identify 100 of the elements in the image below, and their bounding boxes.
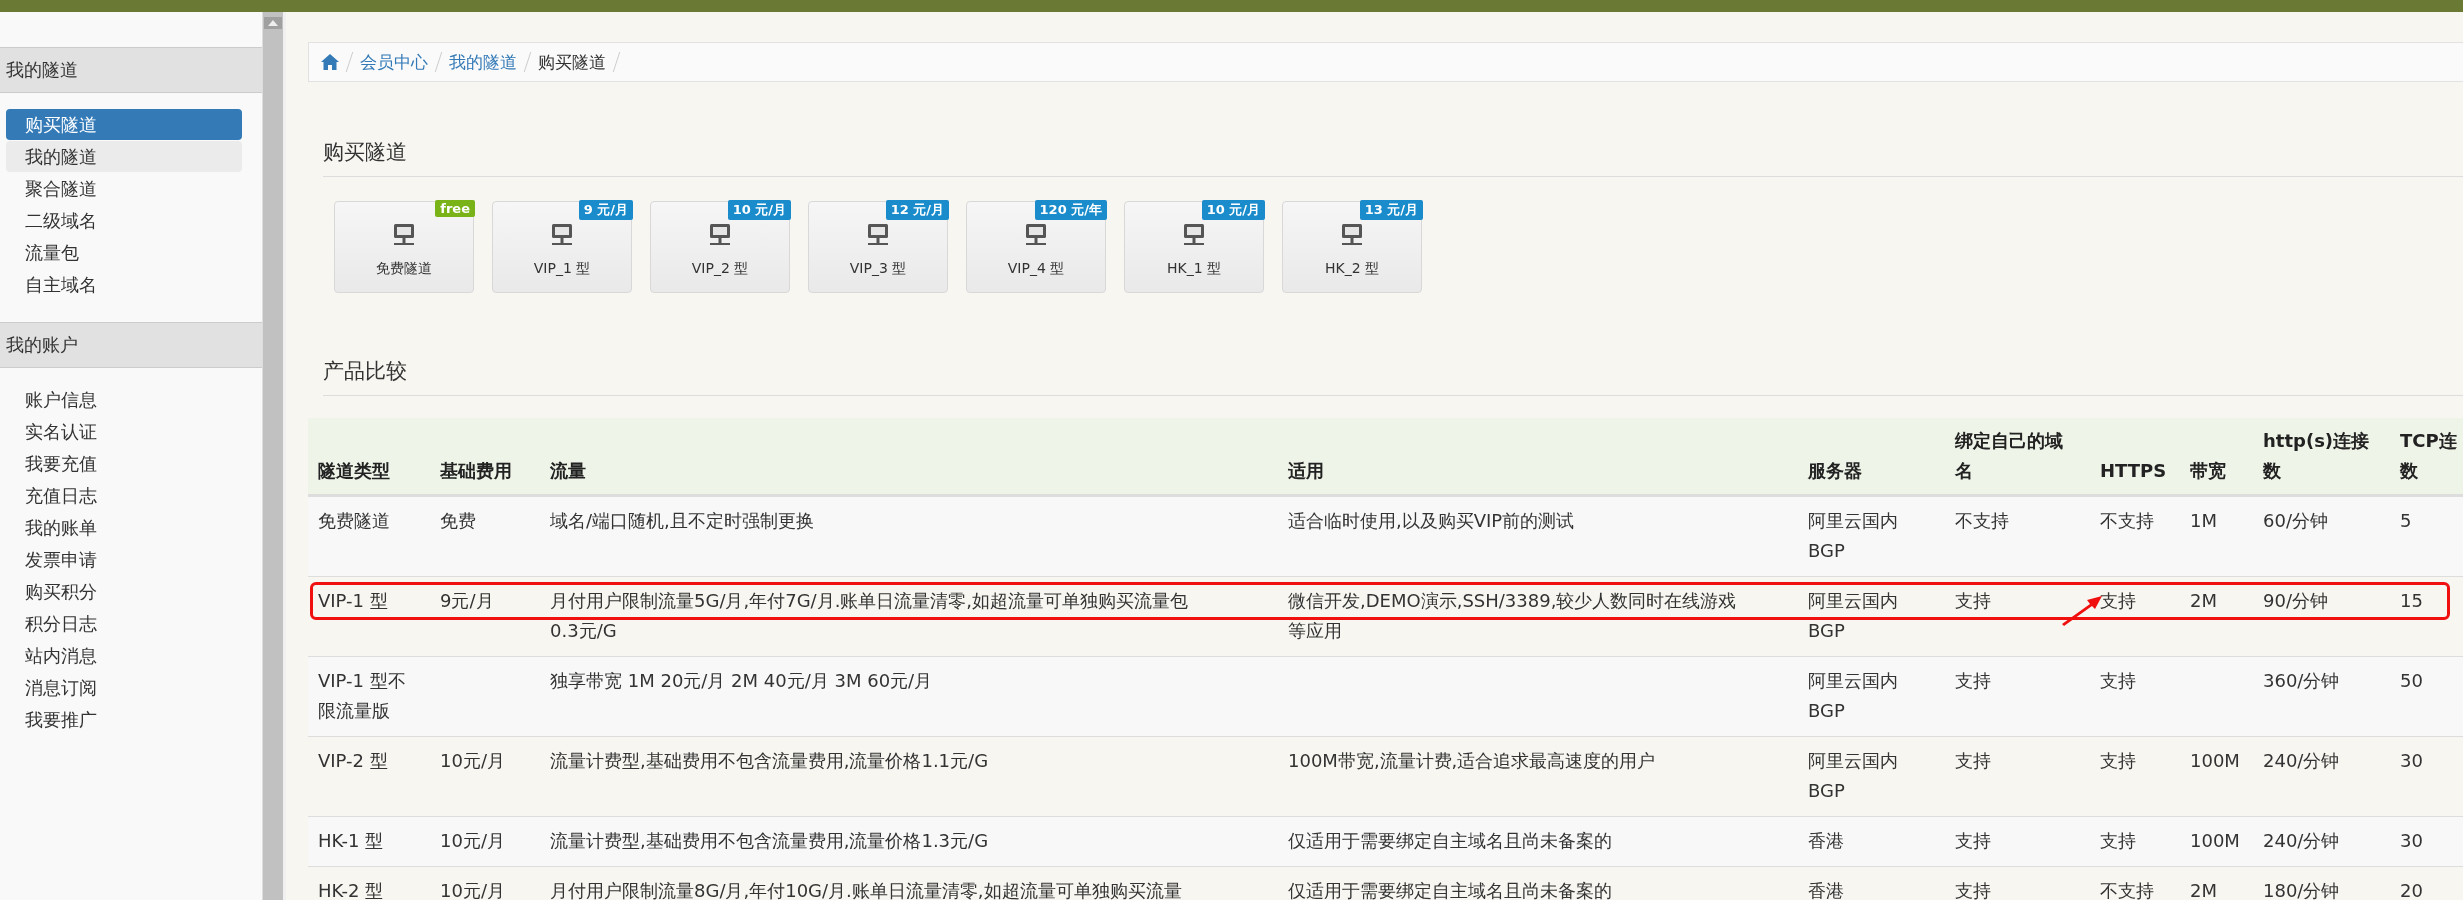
table-cell-text: 月付用户限制流量8G/月,年付10G/月.账单日流量清零,如超流量可单独购买流量	[550, 879, 1182, 900]
breadcrumb-link[interactable]: 我的隧道	[449, 50, 517, 74]
plan-card[interactable]: 10 元/月 VIP_2 型	[650, 201, 790, 293]
sidebar-item[interactable]: 购买隧道	[6, 109, 242, 140]
column-header: 基础费用	[440, 459, 512, 483]
table-cell-text: 流量计费型,基础费用不包含流量费用,流量价格1.1元/G	[550, 749, 989, 773]
table-cell-text: 10元/月	[440, 829, 505, 853]
table-cell-text: 域名/端口随机,且不定时强制更换	[550, 509, 814, 533]
network-computer-icon	[708, 222, 732, 248]
plan-card[interactable]: 10 元/月 HK_1 型	[1124, 201, 1264, 293]
sidebar-item[interactable]: 我的隧道	[6, 141, 242, 172]
plan-label: VIP_2 型	[691, 260, 749, 278]
sidebar-item[interactable]: 我要推广	[6, 704, 242, 735]
table-cell-text: 独享带宽 1M 20元/月 2M 40元/月 3M 60元/月	[550, 669, 933, 693]
table-cell-text: VIP-2 型	[318, 749, 388, 773]
plan-label: VIP_1 型	[533, 260, 591, 278]
table-cell-text: 9元/月	[440, 589, 494, 613]
table-cell-text: 支持	[1955, 589, 1991, 613]
plan-card[interactable]: 120 元/年 VIP_4 型	[966, 201, 1106, 293]
plan-card[interactable]: 12 元/月 VIP_3 型	[808, 201, 948, 293]
table-cell-text: 阿里云国内 BGP	[1808, 589, 1898, 643]
column-header: 服务器	[1808, 459, 1862, 483]
price-badge: 13 元/月	[1359, 200, 1423, 220]
sidebar-item[interactable]: 我的账单	[6, 512, 242, 543]
sidebar-item[interactable]: 我要充值	[6, 448, 242, 479]
table-cell: VIP-1 型	[318, 590, 388, 611]
table-cell-text: 240/分钟	[2263, 829, 2340, 853]
table-cell-text: 240/分钟	[2263, 749, 2340, 773]
network-computer-icon	[392, 222, 416, 248]
column-header: 隧道类型	[318, 459, 390, 483]
table-cell-text: 360/分钟	[2263, 669, 2340, 693]
home-icon[interactable]	[321, 54, 339, 70]
table-cell-text: 不支持	[2100, 509, 2154, 533]
sidebar-item[interactable]: 站内消息	[6, 640, 242, 671]
table-cell-text: 不支持	[1955, 509, 2009, 533]
table-cell-text: 免费	[440, 509, 476, 533]
price-badge: 9 元/月	[578, 200, 633, 220]
sidebar-item[interactable]: 发票申请	[6, 544, 242, 575]
table-cell-text: 10元/月	[440, 749, 505, 773]
sidebar-item[interactable]: 账户信息	[6, 384, 242, 415]
plan-label: VIP_3 型	[849, 260, 907, 278]
sidebar-item[interactable]: 自主域名	[6, 269, 242, 300]
table-cell-text: 50	[2400, 669, 2423, 693]
table-cell-text: HK-1 型	[318, 829, 384, 853]
table-cell-text: 仅适用于需要绑定自主域名且尚未备案的	[1288, 879, 1612, 900]
table-cell-text: 支持	[2100, 749, 2136, 773]
sidebar-item[interactable]: 流量包	[6, 237, 242, 268]
table-cell-text: 流量计费型,基础费用不包含流量费用,流量价格1.3元/G	[550, 829, 989, 853]
table-cell-text: 支持	[2100, 669, 2136, 693]
price-badge: 10 元/月	[727, 200, 791, 220]
breadcrumb-link[interactable]: 购买隧道	[538, 50, 606, 74]
sidebar-item[interactable]: 积分日志	[6, 608, 242, 639]
table-cell-text: HK-2 型	[318, 879, 384, 900]
plan-card[interactable]: 9 元/月 VIP_1 型	[492, 201, 632, 293]
sidebar-section-header[interactable]: 我的隧道	[0, 47, 262, 93]
sidebar-item[interactable]: 二级域名	[6, 205, 242, 236]
sidebar-item[interactable]: 购买积分	[6, 576, 242, 607]
table-cell-text: 2M	[2190, 879, 2217, 900]
table-cell-text: 支持	[1955, 669, 1991, 693]
sidebar-item[interactable]: 消息订阅	[6, 672, 242, 703]
plan-card[interactable]: 13 元/月 HK_2 型	[1282, 201, 1422, 293]
price-badge: 10 元/月	[1201, 200, 1265, 220]
table-cell-text: 微信开发,DEMO演示,SSH/3389,较少人数同时在线游戏等应用	[1288, 589, 1738, 643]
table-cell-text: 90/分钟	[2263, 589, 2328, 613]
table-cell-text: 不支持	[2100, 879, 2154, 900]
price-badge: 120 元/年	[1034, 200, 1107, 220]
sidebar-item[interactable]: 充值日志	[6, 480, 242, 511]
breadcrumb-link[interactable]: 会员中心	[360, 50, 428, 74]
table-cell-text: 30	[2400, 749, 2423, 773]
plan-card[interactable]: free 免费隧道	[334, 201, 474, 293]
plan-label: 免费隧道	[376, 260, 432, 278]
table-cell-text: 100M	[2190, 829, 2240, 853]
network-computer-icon	[1340, 222, 1364, 248]
sidebar-item[interactable]: 聚合隧道	[6, 173, 242, 204]
column-header: HTTPS	[2100, 459, 2167, 483]
table-cell-text: 100M	[2190, 749, 2240, 773]
sidebar-section-header[interactable]: 我的账户	[0, 322, 262, 368]
table-cell-text: VIP-1 型不限流量版	[318, 669, 407, 723]
table-cell-text: 阿里云国内 BGP	[1808, 749, 1898, 803]
table-cell-text: 30	[2400, 829, 2423, 853]
sidebar-item[interactable]: 实名认证	[6, 416, 242, 447]
table-cell-text: 支持	[1955, 829, 1991, 853]
table-cell-text: 支持	[2100, 829, 2136, 853]
column-header: 绑定自己的域名	[1955, 429, 2064, 483]
table-cell-text: 15	[2400, 589, 2423, 613]
table-cell-text: 180/分钟	[2263, 879, 2340, 900]
table-cell: 支持	[2100, 590, 2136, 611]
section-title: 产品比较	[323, 293, 2463, 396]
price-badge: 12 元/月	[885, 200, 949, 220]
table-cell-text: 2M	[2190, 589, 2217, 613]
table-cell-text: 100M带宽,流量计费,适合追求最高速度的用户	[1288, 749, 1656, 773]
table-cell-text: 5	[2400, 509, 2412, 533]
scroll-up-icon[interactable]	[268, 20, 278, 26]
column-header: TCP连数	[2400, 429, 2458, 483]
table-cell-text: 阿里云国内 BGP	[1808, 669, 1898, 723]
column-header: 适用	[1288, 459, 1324, 483]
price-badge: free	[435, 200, 475, 217]
scrollbar[interactable]	[262, 12, 286, 900]
table-cell-text: 适合临时使用,以及购买VIP前的测试	[1288, 509, 1575, 533]
section-title: 购买隧道	[323, 82, 2463, 177]
